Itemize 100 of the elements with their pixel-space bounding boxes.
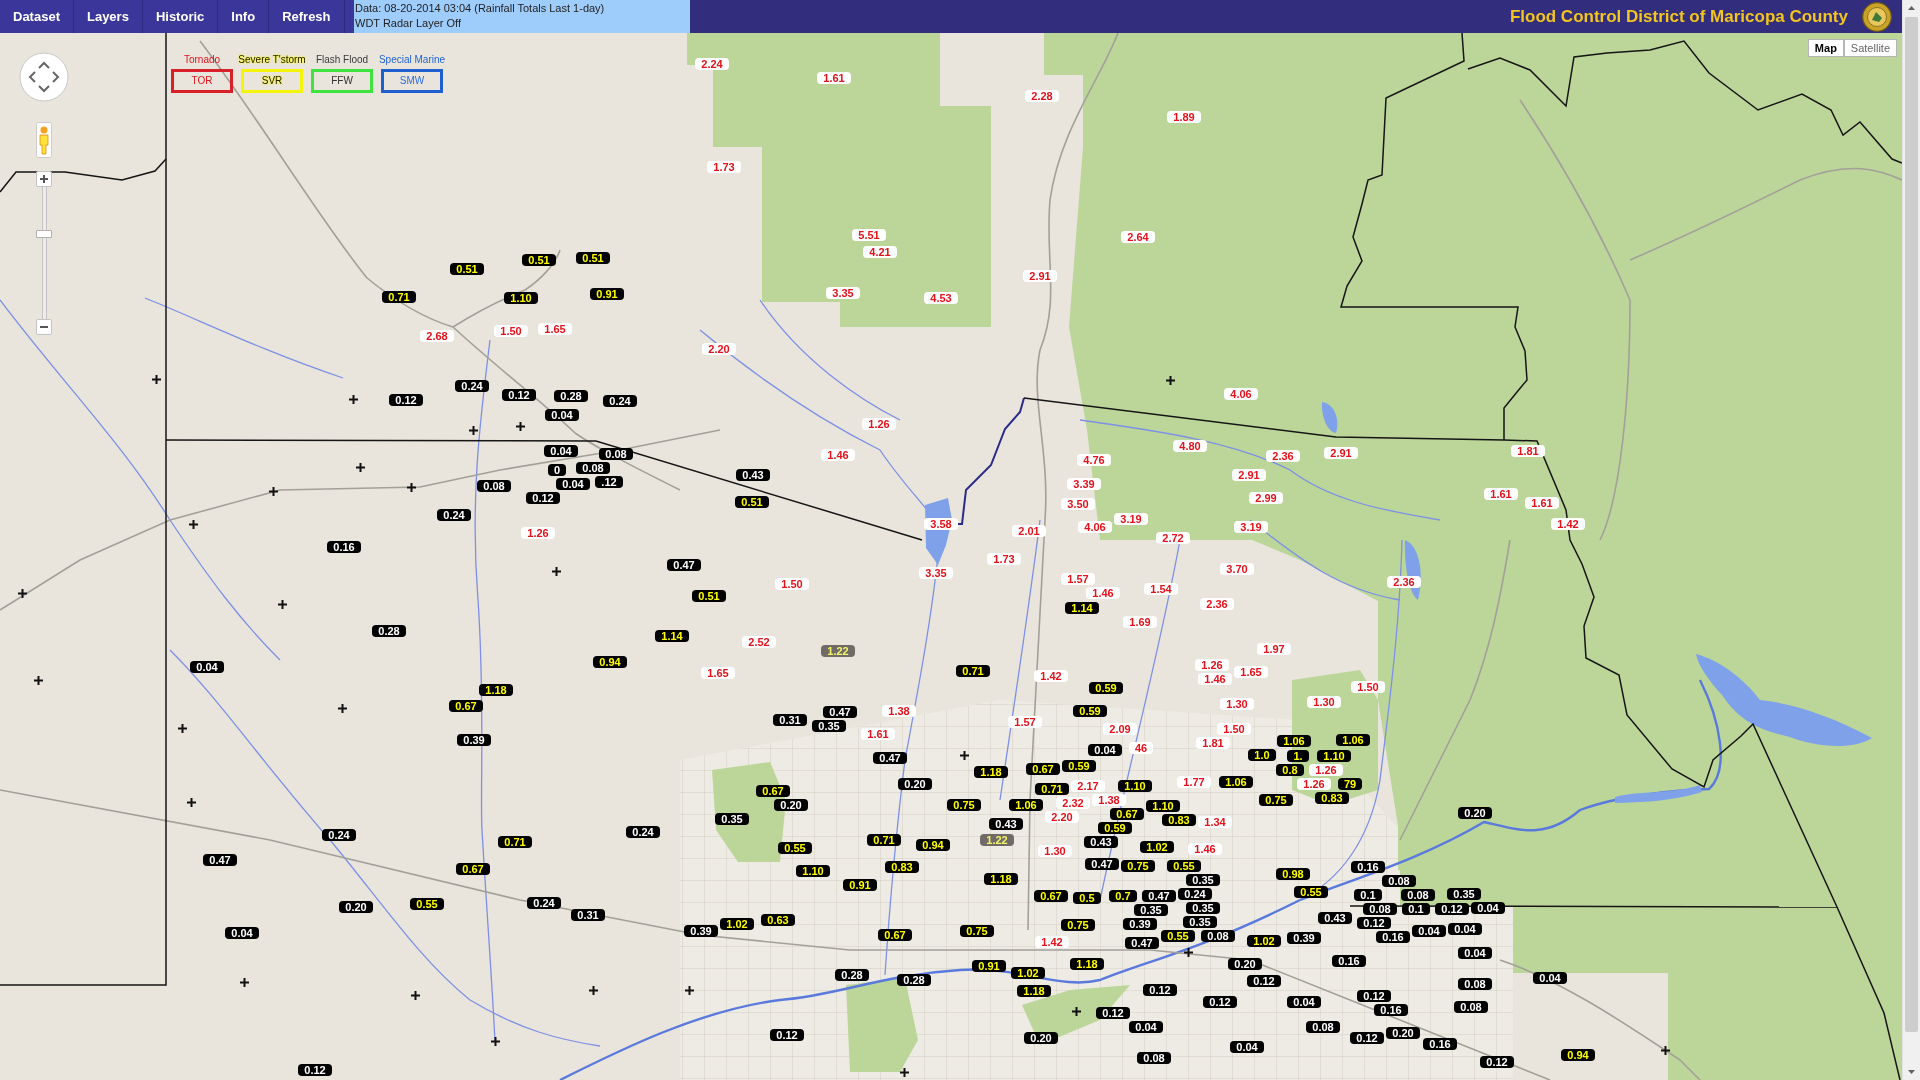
rainfall-marker[interactable]: 0.31 (571, 909, 605, 921)
rainfall-marker[interactable]: 4.06 (1224, 388, 1258, 400)
rainfall-marker[interactable]: 0.08 (1306, 1021, 1340, 1033)
pan-control-icon[interactable] (19, 52, 69, 102)
rainfall-marker[interactable]: 2.28 (1025, 90, 1059, 102)
rainfall-marker[interactable]: 1.57 (1061, 573, 1095, 585)
rainfall-marker[interactable]: 0.35 (812, 720, 846, 732)
rainfall-marker[interactable]: 0.71 (867, 834, 901, 846)
rainfall-marker[interactable]: 0.83 (1315, 792, 1349, 804)
rainfall-marker[interactable]: 4.80 (1173, 440, 1207, 452)
rainfall-marker[interactable]: 3.35 (826, 287, 860, 299)
rainfall-marker[interactable]: 1.26 (1297, 778, 1331, 790)
rainfall-marker[interactable]: 0.39 (457, 734, 491, 746)
rainfall-marker[interactable]: 0.55 (1294, 886, 1328, 898)
rainfall-marker[interactable]: 5.51 (852, 229, 886, 241)
rainfall-marker[interactable]: 0.47 (203, 854, 237, 866)
rainfall-marker[interactable]: 0.04 (1412, 925, 1446, 937)
rainfall-marker[interactable]: 0.20 (1228, 958, 1262, 970)
warning-toggle[interactable]: TOR (171, 69, 233, 93)
warning-toggle[interactable]: FFW (311, 69, 373, 93)
rainfall-marker[interactable]: 0.75 (1259, 794, 1293, 806)
rainfall-marker[interactable]: 1.77 (1177, 776, 1211, 788)
rainfall-marker[interactable]: 0.24 (626, 826, 660, 838)
rainfall-marker[interactable]: 0.55 (778, 842, 812, 854)
rainfall-marker[interactable]: 0.55 (1167, 860, 1201, 872)
rainfall-marker[interactable]: 0.94 (916, 839, 950, 851)
rainfall-marker[interactable]: 0.04 (544, 445, 578, 457)
rainfall-marker[interactable]: 0.08 (1201, 930, 1235, 942)
rainfall-marker[interactable]: 1.50 (1217, 723, 1251, 735)
rainfall-marker[interactable]: 0.12 (298, 1064, 332, 1076)
rainfall-marker[interactable]: 1.02 (720, 918, 754, 930)
rainfall-marker[interactable]: 1.42 (1034, 670, 1068, 682)
rainfall-marker[interactable]: 0.39 (684, 925, 718, 937)
rainfall-marker[interactable]: 3.70 (1220, 563, 1254, 575)
rainfall-marker[interactable]: 1.22 (980, 834, 1014, 846)
rainfall-marker[interactable]: 0.59 (1089, 682, 1123, 694)
rainfall-marker[interactable]: 1.14 (655, 630, 689, 642)
rainfall-marker[interactable]: 1.46 (821, 449, 855, 461)
rainfall-marker[interactable]: 0.51 (522, 254, 556, 266)
rainfall-marker[interactable]: 0.75 (947, 799, 981, 811)
rainfall-marker[interactable]: 1.06 (1219, 776, 1253, 788)
warning-toggle[interactable]: SVR (241, 69, 303, 93)
rainfall-marker[interactable]: 1.18 (1070, 958, 1104, 970)
rainfall-marker[interactable]: 0.04 (1287, 996, 1321, 1008)
rainfall-marker[interactable]: 0.91 (590, 288, 624, 300)
rainfall-marker[interactable]: 0.08 (576, 462, 610, 474)
rainfall-marker[interactable]: 1.65 (701, 667, 735, 679)
rainfall-marker[interactable]: 0.43 (736, 469, 770, 481)
rainfall-marker[interactable]: 0.04 (556, 478, 590, 490)
rainfall-marker[interactable]: 1.10 (796, 865, 830, 877)
rainfall-marker[interactable]: 0.91 (972, 960, 1006, 972)
rainfall-marker[interactable]: 0.1 (1402, 903, 1430, 915)
rainfall-marker[interactable]: 1.18 (479, 684, 513, 696)
rainfall-marker[interactable]: 1.34 (1198, 816, 1232, 828)
rainfall-marker[interactable]: 0.71 (382, 291, 416, 303)
rainfall-marker[interactable]: 1.18 (1017, 985, 1051, 997)
rainfall-marker[interactable]: 0.12 (770, 1029, 804, 1041)
rainfall-marker[interactable]: 2.20 (1045, 811, 1079, 823)
rainfall-marker[interactable]: 4.76 (1077, 454, 1111, 466)
rainfall-marker[interactable]: 0.04 (1458, 947, 1492, 959)
rainfall-marker[interactable]: 0.35 (1134, 904, 1168, 916)
rainfall-marker[interactable]: 0.59 (1098, 822, 1132, 834)
rainfall-marker[interactable]: 0.67 (1026, 763, 1060, 775)
rainfall-marker[interactable]: 0.35 (1183, 916, 1217, 928)
rainfall-marker[interactable]: 1.22 (821, 645, 855, 657)
rainfall-marker[interactable]: 0.91 (843, 879, 877, 891)
rainfall-marker[interactable]: 2.20 (702, 343, 736, 355)
rainfall-marker[interactable]: 1.42 (1551, 518, 1585, 530)
rainfall-marker[interactable]: 1.06 (1277, 735, 1311, 747)
rainfall-marker[interactable]: 1.54 (1144, 583, 1178, 595)
rainfall-marker[interactable]: 0.08 (599, 448, 633, 460)
rainfall-marker[interactable]: 0.39 (1123, 918, 1157, 930)
rainfall-marker[interactable]: 1.30 (1220, 698, 1254, 710)
rainfall-marker[interactable]: 2.36 (1387, 576, 1421, 588)
rainfall-marker[interactable]: 0.71 (1035, 783, 1069, 795)
rainfall-marker[interactable]: 1.73 (707, 161, 741, 173)
rainfall-marker[interactable]: 0.7 (1109, 890, 1137, 902)
rainfall-marker[interactable]: 1.06 (1009, 799, 1043, 811)
rainfall-marker[interactable]: 0.59 (1062, 760, 1096, 772)
rainfall-marker[interactable]: 0.16 (327, 541, 361, 553)
rainfall-marker[interactable]: 2.68 (420, 330, 454, 342)
rainfall-marker[interactable]: 0.63 (761, 914, 795, 926)
rainfall-marker[interactable]: 0.51 (576, 252, 610, 264)
rainfall-marker[interactable]: 2.24 (695, 58, 729, 70)
rainfall-marker[interactable]: 2.99 (1249, 492, 1283, 504)
warning-toggle[interactable]: SMW (381, 69, 443, 93)
rainfall-marker[interactable]: 1.42 (1035, 936, 1069, 948)
rainfall-marker[interactable]: 2.09 (1103, 723, 1137, 735)
rainfall-marker[interactable]: 0.98 (1276, 868, 1310, 880)
rainfall-marker[interactable]: 1. (1287, 750, 1309, 762)
rainfall-marker[interactable]: 1.10 (504, 292, 538, 304)
rainfall-marker[interactable]: 2.72 (1156, 532, 1190, 544)
rainfall-marker[interactable]: 0.67 (1034, 890, 1068, 902)
rainfall-marker[interactable]: 0.08 (1401, 889, 1435, 901)
rainfall-marker[interactable]: 1.38 (1092, 794, 1126, 806)
rainfall-marker[interactable]: 0.47 (667, 559, 701, 571)
zoom-slider[interactable] (36, 187, 52, 319)
rainfall-marker[interactable]: 0.47 (873, 752, 907, 764)
rainfall-marker[interactable]: 0.16 (1351, 861, 1385, 873)
rainfall-marker[interactable]: 2.64 (1121, 231, 1155, 243)
